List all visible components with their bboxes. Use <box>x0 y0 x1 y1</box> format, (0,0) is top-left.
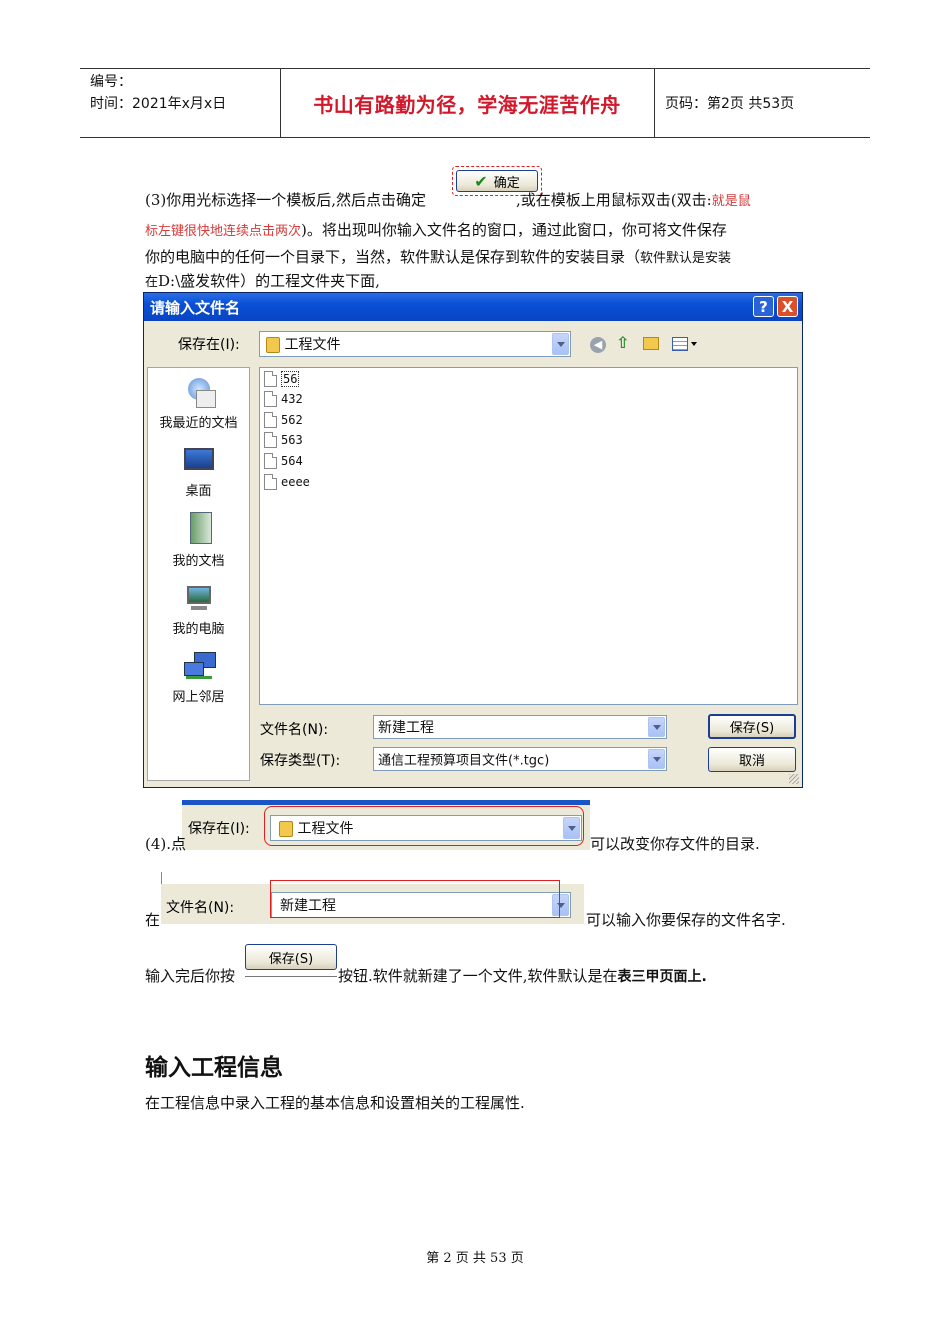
chevron-down-icon[interactable] <box>648 717 665 737</box>
place-mydocs-label: 我的文档 <box>172 554 225 569</box>
ok-button[interactable]: ✔ 确定 <box>456 170 538 192</box>
step6-prefix: 输入完后你按 <box>145 967 236 985</box>
chevron-down-icon[interactable] <box>552 333 569 355</box>
view-menu-icon[interactable] <box>672 337 688 351</box>
step3-line4: 在D:\盛发软件）的工程文件夹下面, <box>145 270 380 291</box>
step6-text: 按钮.软件就新建了一个文件,软件默认是在表三甲页面上. <box>338 965 707 986</box>
place-desktop-label: 桌面 <box>185 484 212 499</box>
save-in-dropdown[interactable]: 工程文件 <box>259 331 571 357</box>
step3-text-a: (3)你用光标选择一个模板后,然后点击确定 <box>145 191 427 209</box>
resize-grip-icon[interactable] <box>789 774 799 784</box>
header-meta-cell: 编号： 时间：2021年x月x日 <box>80 69 281 137</box>
file-name: 563 <box>281 433 303 447</box>
place-network-label: 网上邻居 <box>172 690 225 705</box>
step4-suffix: 可以改变你存文件的目录. <box>590 835 760 853</box>
ok-button-label: 确定 <box>493 175 520 191</box>
step6-bold: 表三甲页面上. <box>617 969 707 985</box>
step3-line2: 标左键很快地连续点击两次)。将出现叫你输入文件名的窗口，通过此窗口，你可将文件保… <box>145 219 727 240</box>
section-heading: 输入工程信息 <box>145 1055 283 1081</box>
crop5-edge <box>161 872 162 884</box>
my-documents-icon <box>182 512 216 546</box>
file-name: 562 <box>281 413 303 427</box>
file-icon <box>264 432 277 448</box>
step3-line1: (3)你用光标选择一个模板后,然后点击确定 ,或在模板上用鼠标双击(双击:就是鼠 <box>145 189 751 210</box>
check-icon: ✔ <box>474 171 488 191</box>
number-label: 编号： <box>90 74 132 90</box>
step3-small-b: 在 <box>145 275 159 290</box>
crop4-label: 保存在(I): <box>188 821 250 837</box>
list-item[interactable]: eeee <box>264 473 310 491</box>
recent-docs-icon <box>182 376 216 408</box>
dialog-titlebar: 请输入文件名 ? X <box>144 293 802 321</box>
save-button-image[interactable]: 保存(S) <box>245 944 337 970</box>
file-icon <box>264 412 277 428</box>
new-folder-icon[interactable] <box>643 337 659 350</box>
up-folder-icon[interactable]: ⇧ <box>616 333 634 353</box>
list-item[interactable]: 56 <box>264 370 300 388</box>
save-file-dialog: 请输入文件名 ? X 保存在(I): 工程文件 ◀ ⇧ 我最近的文档 桌面 我的… <box>143 292 803 788</box>
step5-prefix: 在 <box>145 911 161 929</box>
places-bar: 我最近的文档 桌面 我的文档 我的电脑 网上邻居 <box>147 367 250 781</box>
step6-middle: 按钮.软件就新建了一个文件,软件默认是在 <box>338 967 618 985</box>
header-page-cell: 页码：第2页 共53页 <box>655 69 870 137</box>
help-icon[interactable]: ? <box>753 296 774 317</box>
folder-icon <box>266 337 280 353</box>
filename-label: 文件名(N): <box>260 722 329 738</box>
page-header: 编号： 时间：2021年x月x日 书山有路勤为径，学海无涯苦作舟 页码：第2页 … <box>80 68 870 138</box>
file-name: 56 <box>281 371 300 387</box>
page-footer: 第 2 页 共 53 页 <box>426 1251 524 1266</box>
file-name: 432 <box>281 392 303 406</box>
section-body: 在工程信息中录入工程的基本信息和设置相关的工程属性. <box>145 1094 525 1112</box>
step3-text-b: ,或在模板上用鼠标双击(双击: <box>516 191 712 209</box>
list-item[interactable]: 432 <box>264 390 303 408</box>
step3-text-d: 你的电脑中的任何一个目录下，当然，软件默认是保存到软件的安装目录（ <box>145 248 641 266</box>
filename-input[interactable]: 新建工程 <box>373 715 667 739</box>
list-item[interactable]: 563 <box>264 431 303 449</box>
crop5-label: 文件名(N): <box>166 900 235 916</box>
dialog-title: 请输入文件名 <box>150 299 241 317</box>
step3-line3: 你的电脑中的任何一个目录下，当然，软件默认是保存到软件的安装目录（软件默认是安装 <box>145 246 731 267</box>
crop4-highlight <box>264 806 584 846</box>
step3-small-a: 软件默认是安装 <box>640 251 732 266</box>
filetype-dropdown[interactable]: 通信工程预算项目文件(*.tgc) <box>373 747 667 771</box>
place-recent-label: 我最近的文档 <box>159 416 238 431</box>
cancel-button[interactable]: 取消 <box>708 747 796 772</box>
file-name: 564 <box>281 454 303 468</box>
step3-text-c: )。将出现叫你输入文件名的窗口，通过此窗口，你可将文件保存 <box>301 221 727 239</box>
file-list[interactable]: 56 432 562 563 564 eeee <box>259 367 798 705</box>
filename-value: 新建工程 <box>378 720 434 736</box>
save-button-underline <box>245 976 337 977</box>
filetype-label: 保存类型(T): <box>260 753 341 769</box>
save-in-value-wrap: 工程文件 <box>266 334 340 354</box>
close-icon[interactable]: X <box>777 296 798 317</box>
view-arrow-icon[interactable] <box>691 342 697 346</box>
chevron-down-icon[interactable] <box>648 749 665 769</box>
desktop-icon <box>182 446 216 476</box>
filetype-value: 通信工程预算项目文件(*.tgc) <box>378 753 550 769</box>
list-item[interactable]: 564 <box>264 452 303 470</box>
list-item[interactable]: 562 <box>264 411 303 429</box>
step3-red-b: 标左键很快地连续点击两次 <box>145 224 302 239</box>
place-mycomputer-label: 我的电脑 <box>172 622 225 637</box>
step4-prefix: (4).点 <box>145 835 187 853</box>
crop5-highlight <box>270 880 560 918</box>
header-motto-cell: 书山有路勤为径，学海无涯苦作舟 <box>280 69 655 137</box>
network-icon <box>182 652 216 682</box>
save-in-label: 保存在(I): <box>178 337 240 353</box>
file-icon <box>264 371 277 387</box>
motto: 书山有路勤为径，学海无涯苦作舟 <box>313 92 621 117</box>
file-name: eeee <box>281 475 310 489</box>
step3-red-a: 就是鼠 <box>711 194 751 209</box>
back-icon[interactable]: ◀ <box>590 337 606 353</box>
step5-suffix: 可以输入你要保存的文件名字. <box>586 911 786 929</box>
file-icon <box>264 453 277 469</box>
time-label: 时间：2021年x月x日 <box>90 96 227 112</box>
file-icon <box>264 474 277 490</box>
step3-text-e: D:\盛发软件）的工程文件夹下面, <box>158 272 380 290</box>
save-in-value: 工程文件 <box>284 337 341 353</box>
file-icon <box>264 391 277 407</box>
save-button[interactable]: 保存(S) <box>708 714 796 739</box>
my-computer-icon <box>182 584 216 614</box>
page-label: 页码：第2页 共53页 <box>665 96 795 112</box>
